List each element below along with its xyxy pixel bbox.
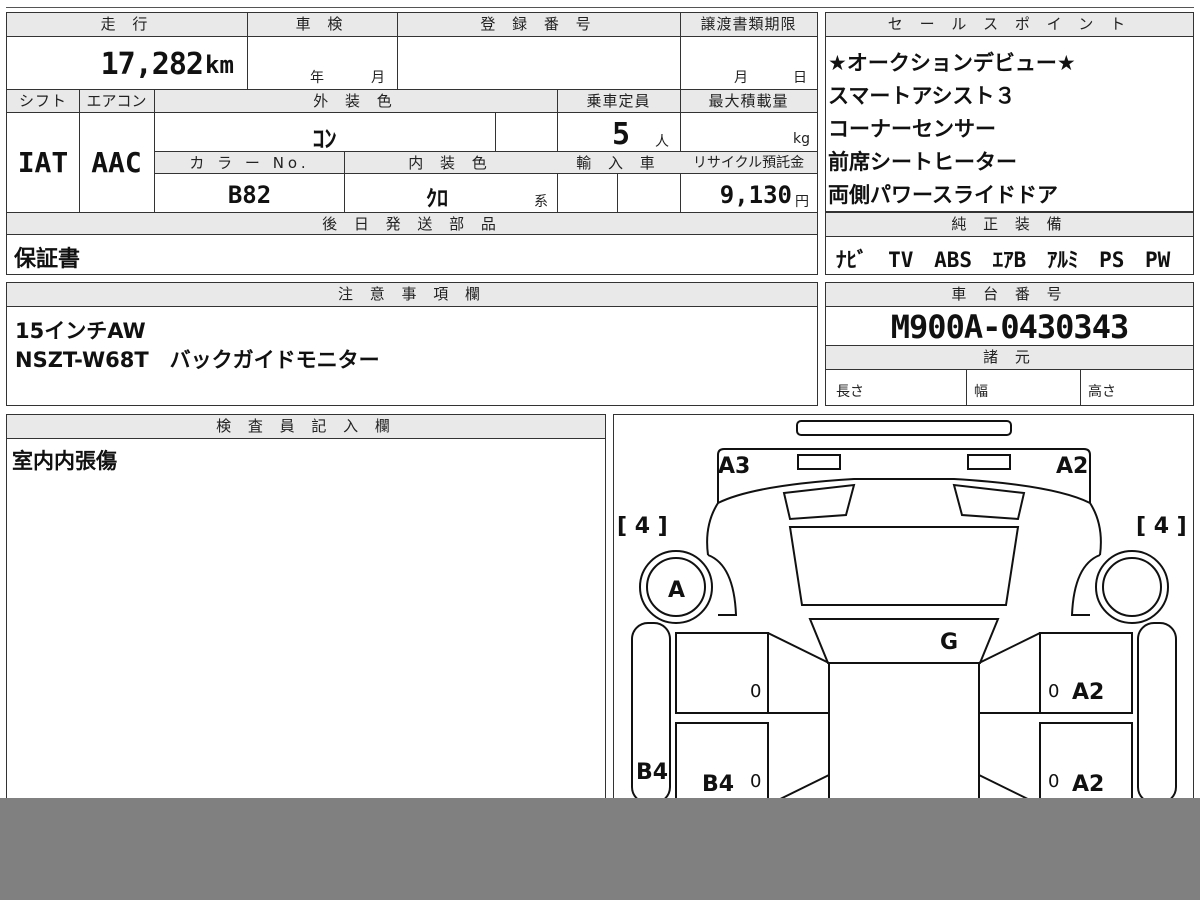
recycle-fee-value: 9,130 <box>719 181 792 209</box>
top-edge-strip <box>6 0 1194 8</box>
diagram-label-tire-left: [ 4 ] <box>617 514 668 539</box>
transfer-deadline-header: 譲渡書類期限 <box>680 13 817 37</box>
deadline-day-unit: 日 <box>793 70 807 86</box>
later-parts-header: 後 日 発 送 部 品 <box>7 213 817 235</box>
later-parts-value: 保証書 <box>14 247 81 272</box>
diagram-label-tire-right: [ 4 ] <box>1136 514 1187 539</box>
capacity-unit: 人 <box>655 134 669 150</box>
sales-points-header: セ ー ル ス ポ イ ン ト <box>826 13 1193 37</box>
recycle-fee-unit: 円 <box>795 194 809 210</box>
interior-color-suffix: 系 <box>534 194 548 210</box>
inspection-header: 車 検 <box>247 13 397 37</box>
car-diagram-block: A3 A2 [ 4 ] [ 4 ] A G A2 A2 B4 B4 0 0 0 … <box>613 414 1194 814</box>
sales-points-block: セ ー ル ス ポ イ ン ト ★オークションデビュー★ スマートアシスト３ コ… <box>825 12 1194 212</box>
notes-line: NSZT-W68T バックガイドモニター <box>15 348 380 372</box>
recycle-fee-header: リサイクル預託金 <box>680 152 817 174</box>
registration-header: 登 録 番 号 <box>397 13 680 37</box>
chassis-number: M900A-0430343 <box>890 308 1129 346</box>
inspector-comment: 室内内張傷 <box>12 449 117 473</box>
inspector-header: 検 査 員 記 入 欄 <box>7 415 605 439</box>
genuine-equipment-block: 純 正 装 備 ﾅﾋﾞ TV ABS ｴｱB ｱﾙﾐ PS PW <box>825 212 1194 275</box>
import-header: 輸 入 車 <box>557 152 680 174</box>
max-load-unit: kg <box>793 131 810 147</box>
color-no-header: カ ラ ー No. <box>155 152 344 174</box>
diagram-label-zero: 0 <box>1048 681 1059 702</box>
sales-point-item: 前席シートヒーター <box>828 150 1017 174</box>
diagram-label-wheel-left: A <box>668 578 685 603</box>
inspection-year-unit: 年 <box>310 70 324 86</box>
spec-header: 諸 元 <box>826 346 1193 370</box>
notes-block: 注 意 事 項 欄 15インチAW NSZT-W68T バックガイドモニター <box>6 282 818 406</box>
capacity-header: 乗車定員 <box>557 90 680 113</box>
shift-header: シフト <box>7 90 79 113</box>
diagram-label-door-left-rear: B4 <box>702 772 734 797</box>
genuine-equipment-list: ﾅﾋﾞ TV ABS ｴｱB ｱﾙﾐ PS PW <box>836 248 1171 272</box>
deadline-month-unit: 月 <box>734 70 748 86</box>
interior-color-value: ｸﾛ <box>425 187 448 212</box>
max-load-header: 最大積載量 <box>680 90 817 113</box>
genuine-equipment-header: 純 正 装 備 <box>826 213 1193 237</box>
notes-line: 15インチAW <box>15 319 146 343</box>
interior-color-header: 内 装 色 <box>344 152 557 174</box>
diagram-label-door-right-rear: A2 <box>1072 772 1104 797</box>
inspection-month-unit: 月 <box>371 70 385 86</box>
diagram-label-zero: 0 <box>1048 771 1059 792</box>
mileage-value: 17,282 <box>100 47 204 82</box>
diagram-label-door-right-front: A2 <box>1072 680 1104 705</box>
sales-point-item: 両側パワースライドドア <box>828 183 1058 207</box>
inspector-block: 検 査 員 記 入 欄 室内内張傷 <box>6 414 606 814</box>
diagram-label-front-right: A2 <box>1056 454 1088 479</box>
capacity-value: 5 <box>612 117 631 152</box>
diagram-label-zero: 0 <box>750 681 761 702</box>
exterior-color-header: 外 装 色 <box>154 90 557 113</box>
car-diagram: A3 A2 [ 4 ] [ 4 ] A G A2 A2 B4 B4 0 0 0 … <box>617 420 1187 813</box>
chassis-block: 車 台 番 号 M900A-0430343 諸 元 長さ 幅 高さ <box>825 282 1194 406</box>
vehicle-info-block: 走 行 車 検 登 録 番 号 譲渡書類期限 17,282 km 年 月 月 日… <box>6 12 818 275</box>
shift-value: IAT <box>17 146 69 179</box>
height-label: 高さ <box>1088 384 1116 400</box>
chassis-header: 車 台 番 号 <box>826 283 1193 307</box>
color-no-value: B82 <box>227 181 272 209</box>
sales-point-item: スマートアシスト３ <box>828 84 1016 108</box>
bottom-overlay-bar <box>0 798 1200 900</box>
exterior-color-value: ｺﾝ <box>312 125 337 153</box>
diagram-label-roof: G <box>940 630 958 655</box>
aircon-value: AAC <box>91 146 142 179</box>
diagram-label-zero: 0 <box>750 771 761 792</box>
diagram-label-front-left: A3 <box>718 454 750 479</box>
sales-point-item: コーナーセンサー <box>828 117 996 141</box>
diagram-label-pillar-left: B4 <box>636 760 668 785</box>
aircon-header: エアコン <box>79 90 154 113</box>
width-label: 幅 <box>974 384 988 400</box>
notes-header: 注 意 事 項 欄 <box>7 283 817 307</box>
mileage-unit: km <box>205 51 234 79</box>
length-label: 長さ <box>836 384 864 400</box>
mileage-header: 走 行 <box>7 13 247 37</box>
sales-point-item: ★オークションデビュー★ <box>828 51 1076 75</box>
